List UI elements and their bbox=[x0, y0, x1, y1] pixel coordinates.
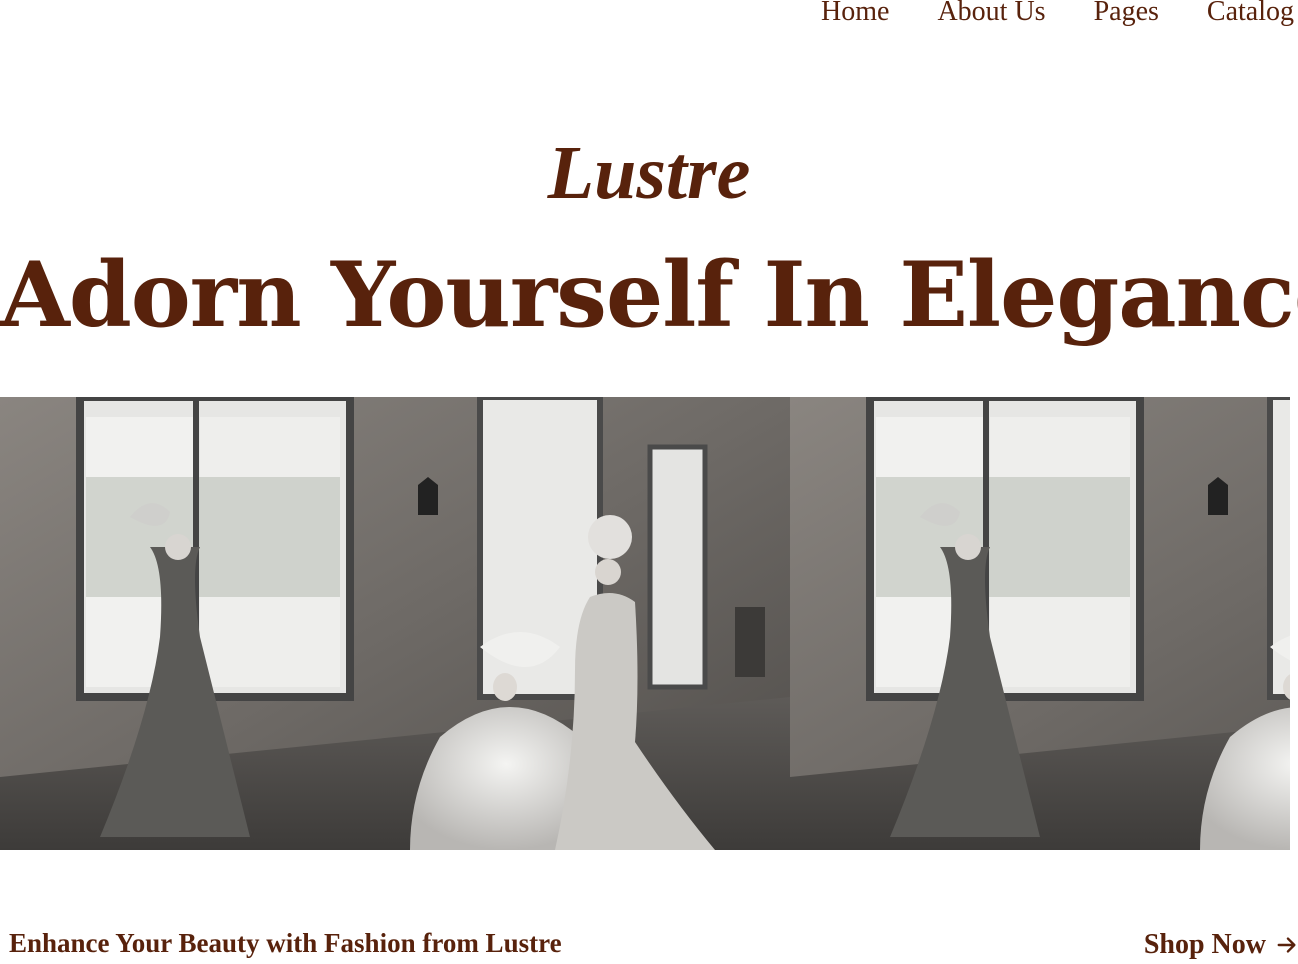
nav-link-pages[interactable]: Pages bbox=[1094, 0, 1159, 30]
main-navigation: Home About Us Pages Catalog bbox=[821, 0, 1294, 30]
nav-link-about-us[interactable]: About Us bbox=[937, 0, 1045, 30]
shop-now-label: Shop Now bbox=[1143, 929, 1266, 960]
hero-footer: Enhance Your Beauty with Fashion from Lu… bbox=[0, 920, 1298, 964]
nav-link-home[interactable]: Home bbox=[821, 0, 889, 30]
brand-logo-text: Lustre bbox=[547, 131, 751, 215]
nav-link-catalog[interactable]: Catalog bbox=[1207, 0, 1294, 30]
hero-title: Adorn Yourself In Elegance bbox=[0, 242, 1298, 348]
shop-now-button[interactable]: Shop Now bbox=[1144, 928, 1298, 962]
hero-tagline: Enhance Your Beauty with Fashion from Lu… bbox=[9, 928, 562, 958]
arrow-right-icon bbox=[1277, 937, 1296, 953]
hero-image-2 bbox=[790, 397, 1290, 850]
hero-image-1 bbox=[0, 397, 790, 850]
hero-image-gallery bbox=[0, 397, 1290, 850]
